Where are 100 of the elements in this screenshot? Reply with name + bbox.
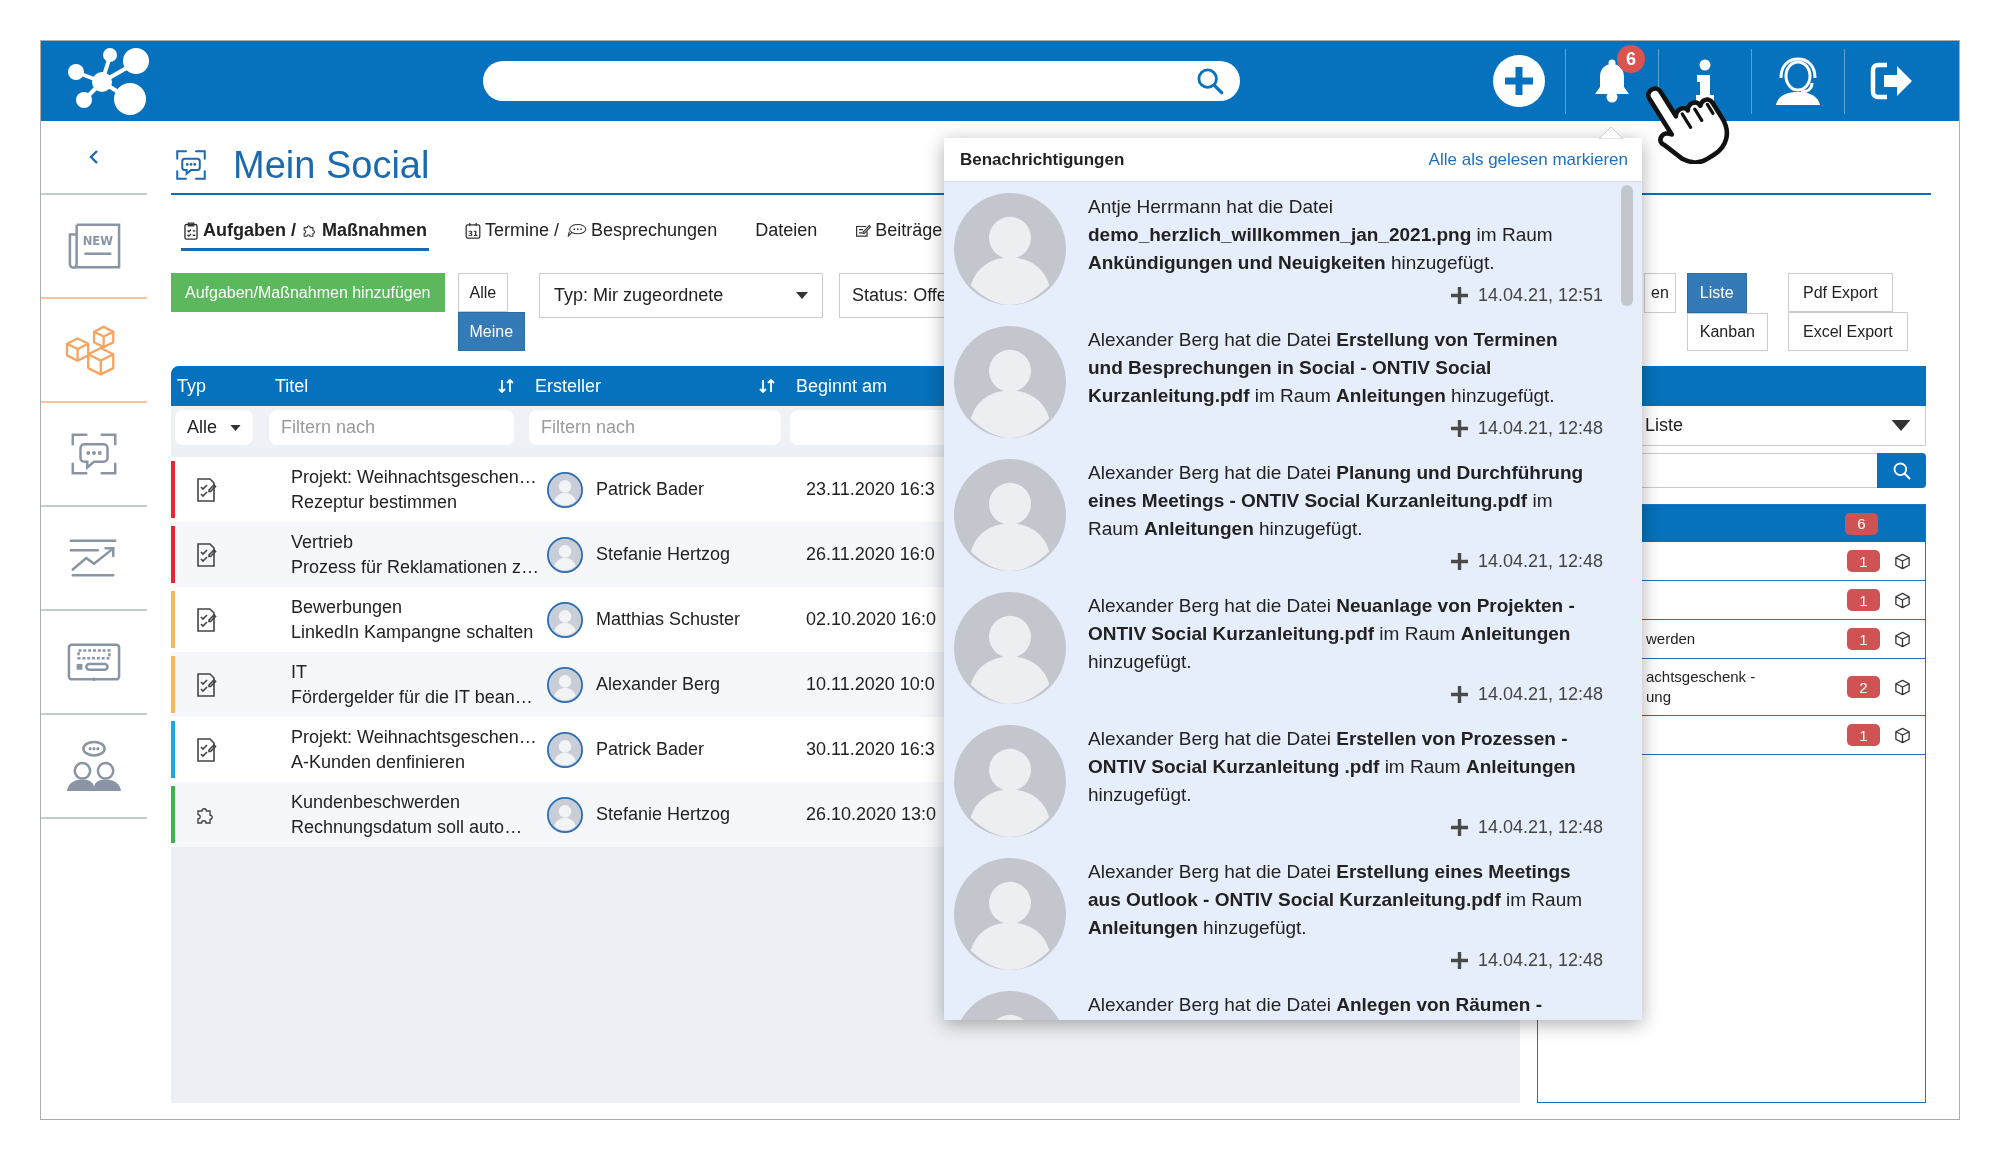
popover-title: Benachrichtigungen (960, 149, 1125, 170)
list-item-text[interactable]: achtsgeschenk - (1646, 667, 1756, 687)
creator-name: Alexander Berg (596, 674, 721, 695)
mark-all-read-link[interactable]: Alle als gelesen markieren (1428, 149, 1628, 170)
caret-icon (796, 292, 809, 299)
notification-time: 14.04.21, 12:51 (1477, 284, 1603, 306)
column-header: Typ (177, 375, 206, 397)
task-group: Projekt: Weihnachtsgeschen… (291, 464, 537, 490)
task-title: A-Kunden denfinieren (291, 750, 466, 774)
view-toggle[interactable]: en (1644, 273, 1676, 313)
task-title: LinkedIn Kampangne schalten (291, 620, 534, 644)
view-toggle[interactable]: Liste (1686, 273, 1747, 313)
chevron-left-icon[interactable] (89, 149, 99, 165)
creator-name: Patrick Bader (596, 739, 705, 760)
start-date: 26.11.2020 16:0 (806, 544, 935, 565)
column-header: Ersteller (535, 375, 601, 397)
sort-icon[interactable] (758, 378, 776, 394)
plus-icon[interactable] (1450, 286, 1468, 304)
task-group: Kundenbeschwerden (291, 789, 461, 815)
avatar-icon (547, 666, 583, 703)
plus-icon[interactable] (1450, 419, 1468, 437)
filter-field[interactable]: Filtern nach (269, 410, 514, 445)
avatar-icon (547, 536, 583, 573)
export-button[interactable]: Pdf Export (1787, 273, 1893, 312)
tab[interactable]: 31 Termine / Besprechungen (463, 214, 720, 251)
column-header: Beginnt am (796, 375, 888, 397)
type-dropdown[interactable]: Typ: Mir zugeordnete (539, 273, 824, 318)
logout-icon[interactable] (1869, 61, 1913, 101)
plus-icon[interactable] (1450, 685, 1468, 703)
avatar-icon (954, 725, 1066, 837)
avatar-icon (547, 796, 583, 833)
tab[interactable]: Beiträge (853, 214, 945, 251)
calendar-icon: 31 (465, 220, 481, 240)
checklist-icon (195, 476, 217, 503)
task-title: Rechnungsdatum soll auto… (291, 815, 523, 839)
avatar-icon (547, 471, 583, 508)
caret-icon (230, 424, 241, 431)
checklist-icon (195, 671, 217, 698)
filter-field[interactable]: Filtern nach (529, 410, 781, 445)
creator-name: Stefanie Hertzog (596, 544, 731, 565)
creator-name: Patrick Bader (596, 479, 705, 500)
plus-icon[interactable] (1450, 951, 1468, 969)
avatar-icon (954, 193, 1066, 305)
task-group: IT (291, 659, 307, 685)
start-date: 26.10.2020 13:0 (806, 804, 937, 825)
search-button[interactable] (1877, 453, 1926, 488)
list-item-text[interactable]: ung (1646, 687, 1672, 707)
checklist-icon (195, 541, 217, 568)
avatar-icon (954, 858, 1066, 970)
column-header: Titel (275, 375, 309, 397)
avatar-icon (954, 459, 1066, 571)
task-title: Fördergelder für die IT bean… (291, 685, 533, 709)
cube-icon[interactable] (1894, 552, 1911, 570)
scope-toggle[interactable]: Alle (457, 273, 509, 312)
start-date: 02.10.2020 16:0 (806, 609, 937, 630)
count-badge: 1 (1847, 724, 1880, 746)
notification-text[interactable]: Alexander Berg hat die Datei Anlegen von Räumen - (1088, 991, 1593, 1019)
search-icon (1891, 460, 1912, 481)
start-date: 23.11.2020 16:3 (806, 479, 935, 500)
creator-name: Matthias Schuster (596, 609, 741, 630)
clipboard-check-icon (183, 220, 199, 240)
count-badge: 1 (1847, 628, 1880, 650)
search-field[interactable] (483, 61, 1240, 101)
view-toggle[interactable]: Kanban (1686, 313, 1768, 351)
search-icon[interactable] (1196, 67, 1224, 95)
notification-text[interactable]: Alexander Berg hat die Datei Erstellung eines Meetings aus Outlook - ONTIV Social Kurzanleitung.pdf im Raum Anleitungen hinzugefügt. (1088, 858, 1593, 942)
tab[interactable]: Aufgaben / Maßnahmen (181, 214, 429, 251)
count-badge: 2 (1847, 676, 1880, 698)
page-title: Mein Social (233, 143, 430, 187)
cube-icon[interactable] (1894, 591, 1911, 609)
plus-circle-icon[interactable] (1492, 55, 1545, 107)
plus-icon[interactable] (1450, 818, 1468, 836)
creator-name: Stefanie Hertzog (596, 804, 731, 825)
scrollbar-thumb[interactable] (1621, 185, 1633, 306)
task-title: Prozess für Reklamationen z… (291, 555, 540, 579)
task-title: Rezeptur bestimmen (291, 490, 458, 514)
tab[interactable]: Dateien (753, 214, 820, 251)
chat-bubbles-icon (565, 223, 588, 237)
sort-icon[interactable] (497, 378, 515, 394)
avatar-icon (954, 592, 1066, 704)
plus-icon[interactable] (1450, 552, 1468, 570)
avatar-icon (954, 326, 1066, 438)
task-group: Projekt: Weihnachtsgeschen… (291, 724, 537, 750)
count-badge: 6 (1845, 512, 1878, 535)
list-item-text[interactable]: werden (1646, 629, 1696, 649)
count-badge: 1 (1847, 589, 1880, 611)
cube-icon[interactable] (1894, 726, 1911, 744)
start-date: 10.11.2020 10:0 (806, 674, 935, 695)
avatar-icon (547, 731, 583, 768)
type-filter-select[interactable]: Alle (175, 410, 253, 445)
start-date: 30.11.2020 16:3 (806, 739, 935, 760)
scope-toggle[interactable]: Meine (457, 312, 526, 351)
notification-text[interactable]: Antje Herrmann hat die Datei demo_herzlich_willkommen_jan_2021.png im Raum Ankündigungen und Neuigkeiten hinzugefügt. (1088, 193, 1593, 277)
task-group: Bewerbungen (291, 594, 403, 620)
cube-icon[interactable] (1894, 678, 1911, 696)
export-button[interactable]: Excel Export (1787, 312, 1908, 351)
cube-icon[interactable] (1894, 630, 1911, 648)
checklist-icon (195, 606, 217, 633)
avatar-icon (547, 601, 583, 638)
caret-icon (1891, 420, 1911, 431)
